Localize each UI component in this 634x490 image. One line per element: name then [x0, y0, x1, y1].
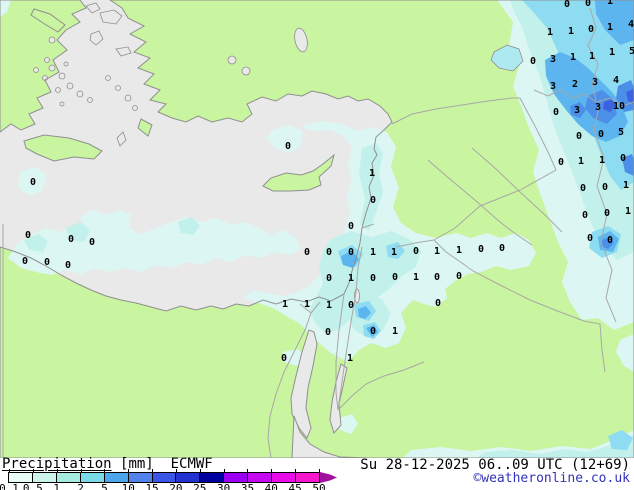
scale-label-35: 35 [240, 482, 255, 490]
scale-cell-20 [175, 473, 200, 482]
scale-tick [128, 469, 130, 472]
scale-cell-15 [151, 473, 176, 482]
scale-label-5: 5 [101, 482, 108, 490]
scale-cell-25 [199, 473, 224, 482]
scale-label-20: 20 [169, 482, 183, 490]
scale-cell-40 [271, 473, 296, 482]
scale-tick [152, 469, 154, 472]
color-scale: 0.1 0.5 1 2 5 10 15 20 25 30 35 40 45 50 [0, 469, 353, 490]
scale-cell-10 [127, 473, 152, 482]
scale-tick [295, 469, 297, 472]
scale-tick [104, 469, 106, 472]
scale-label-40: 40 [264, 482, 278, 490]
scale-cell-30 [223, 473, 248, 482]
legend-bar: Precipitation [mm] ECMWF 0.1 0.5 1 2 5 10 15 20… [0, 456, 634, 490]
scale-cell-0.1 [9, 473, 32, 482]
scale-tick [175, 469, 177, 472]
scale-tick [319, 469, 320, 472]
scale-label-0.1: 0.1 [0, 482, 19, 490]
scale-label-10: 10 [121, 482, 135, 490]
scale-tick [56, 469, 58, 472]
scale-cell-35 [247, 473, 272, 482]
scale-label-50: 50 [312, 482, 326, 490]
scale-label-2: 2 [77, 482, 84, 490]
scale-label-25: 25 [193, 482, 207, 490]
scale-tick [80, 469, 82, 472]
scale-tick [199, 469, 201, 472]
scale-tick [9, 469, 10, 472]
scale-label-1: 1 [53, 482, 60, 490]
scale-tick [247, 469, 249, 472]
scale-cell-5 [103, 473, 128, 482]
scale-cell-2 [79, 473, 104, 482]
weather-map [0, 0, 634, 458]
scale-label-15: 15 [145, 482, 159, 490]
copyright-label: ©weatheronline.co.uk [473, 471, 630, 486]
footer-right: Su 28-12-2025 06..09 UTC (12+69) ©weathe… [360, 458, 630, 485]
datetime-label: Su 28-12-2025 06..09 UTC (12+69) [360, 457, 630, 473]
weather-map-page: 0000000010000011011000100100111000010100… [0, 0, 634, 490]
scale-cell-0.5 [31, 473, 56, 482]
scale-tick [32, 469, 34, 472]
scale-label-0.5: 0.5 [22, 482, 43, 490]
scale-cell-1 [55, 473, 80, 482]
scale-cell-45 [295, 473, 319, 482]
scale-tick [223, 469, 225, 472]
scale-label-45: 45 [288, 482, 302, 490]
scale-tick [271, 469, 273, 472]
scale-label-30: 30 [216, 482, 231, 490]
